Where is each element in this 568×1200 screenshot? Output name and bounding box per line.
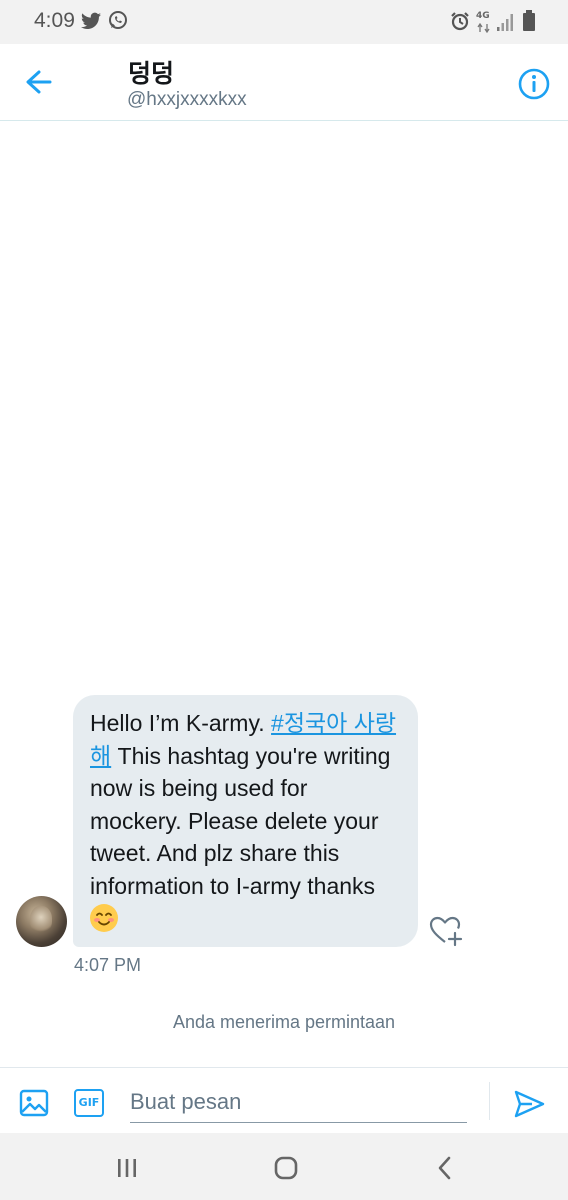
message-timestamp: 4:07 PM xyxy=(74,955,142,975)
add-media-button[interactable] xyxy=(18,1087,50,1119)
info-icon xyxy=(518,68,550,100)
twitter-icon xyxy=(81,12,101,29)
battery-icon xyxy=(523,10,535,31)
message-composer: GIF xyxy=(0,1067,568,1133)
home-button[interactable] xyxy=(271,1153,301,1183)
message-text-after: This hashtag you're writing now is being… xyxy=(90,742,391,899)
send-button[interactable] xyxy=(512,1087,546,1121)
status-time: 4:09 xyxy=(34,9,75,32)
back-nav-button[interactable] xyxy=(430,1153,460,1183)
composer-divider xyxy=(489,1082,490,1120)
gif-button[interactable]: GIF xyxy=(74,1089,104,1117)
status-bar: 4:09 4G xyxy=(0,0,568,44)
data-arrows-icon xyxy=(477,23,490,33)
info-button[interactable] xyxy=(516,66,552,102)
whatsapp-icon xyxy=(109,11,127,29)
conversation-header: 덩덩 @hxxjxxxxkxx xyxy=(0,44,568,121)
send-icon xyxy=(514,1090,545,1118)
request-notice: Anda menerima permintaan xyxy=(172,1012,396,1032)
navigation-bar xyxy=(0,1133,568,1200)
add-reaction-button[interactable] xyxy=(428,914,464,948)
message-text-before: Hello I’m K-army. xyxy=(90,710,272,736)
message-text: Hello I’m K-army. #정국아 사랑해 This hashtag … xyxy=(90,707,402,935)
network-type: 4G xyxy=(476,11,490,21)
recent-apps-icon xyxy=(118,1159,136,1177)
signal-icon xyxy=(497,14,513,31)
smiling-face-emoji xyxy=(90,903,118,932)
message-bubble[interactable]: Hello I’m K-army. #정국아 사랑해 This hashtag … xyxy=(73,695,418,947)
back-button[interactable] xyxy=(20,64,60,100)
sender-avatar[interactable] xyxy=(16,896,67,947)
message-input[interactable] xyxy=(130,1081,467,1123)
image-icon xyxy=(19,1089,49,1117)
home-icon xyxy=(274,1156,298,1180)
conversation-title: 덩덩 xyxy=(128,59,175,88)
user-handle: @hxxjxxxxkxx xyxy=(127,89,247,110)
arrow-left-icon xyxy=(26,70,52,94)
back-nav-icon xyxy=(438,1156,451,1180)
recent-apps-button[interactable] xyxy=(112,1153,142,1183)
heart-plus-icon xyxy=(429,916,463,947)
alarm-icon xyxy=(451,12,469,31)
